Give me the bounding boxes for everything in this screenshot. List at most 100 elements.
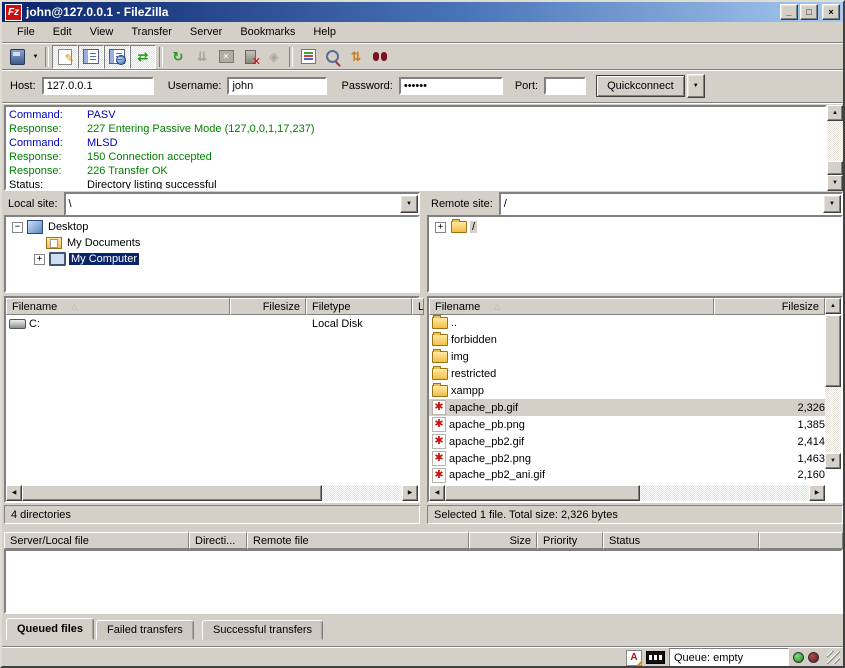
- file-search-button[interactable]: [320, 46, 344, 68]
- file-row-selected[interactable]: apache_pb.gif2,326: [429, 399, 825, 416]
- site-manager-button[interactable]: [5, 46, 29, 68]
- chevron-down-icon[interactable]: ▼: [400, 195, 418, 213]
- file-row[interactable]: apache_pb2_ani.gif2,160: [429, 467, 825, 483]
- port-input[interactable]: [544, 77, 586, 95]
- menu-view[interactable]: View: [81, 24, 123, 40]
- log-scrollbar[interactable]: ▲ ▼: [827, 105, 843, 191]
- toggle-local-tree-button[interactable]: [78, 45, 104, 69]
- password-input[interactable]: [399, 77, 503, 95]
- expand-expander-icon[interactable]: +: [34, 254, 45, 265]
- cancel-operation-button[interactable]: ✕: [214, 46, 238, 68]
- image-file-icon: [432, 451, 446, 466]
- reconnect-button[interactable]: ◈: [262, 46, 286, 68]
- toggle-remote-tree-button[interactable]: [104, 45, 130, 69]
- green-activity-led-icon: [793, 652, 804, 663]
- queue-column-server-local-file[interactable]: Server/Local file: [4, 532, 189, 549]
- scroll-up-button[interactable]: ▲: [825, 298, 841, 314]
- directory-comparison-button[interactable]: ⇅: [344, 46, 368, 68]
- queue-column-direction[interactable]: Directi...: [189, 532, 247, 549]
- scroll-right-button[interactable]: ▶: [402, 485, 418, 501]
- local-column-filesize[interactable]: Filesize: [230, 298, 306, 315]
- file-row[interactable]: restricted: [429, 365, 825, 382]
- quickconnect-button[interactable]: Quickconnect: [596, 75, 685, 97]
- scroll-thumb[interactable]: [827, 161, 843, 175]
- queue-body[interactable]: [4, 549, 843, 614]
- username-input[interactable]: [227, 77, 327, 95]
- scroll-track[interactable]: [825, 387, 841, 453]
- expand-expander-icon[interactable]: +: [435, 222, 446, 233]
- queue-column-size[interactable]: Size: [469, 532, 537, 549]
- toggle-transfer-queue-button[interactable]: ⇄: [130, 45, 156, 69]
- file-row[interactable]: forbidden: [429, 331, 825, 348]
- site-manager-dropdown-button[interactable]: ▼: [29, 46, 42, 68]
- scroll-thumb[interactable]: [825, 315, 841, 387]
- tree-item-my-computer[interactable]: + My Computer: [6, 251, 418, 267]
- queue-column-status[interactable]: Status: [603, 532, 759, 549]
- menu-help[interactable]: Help: [304, 24, 345, 40]
- toolbar-separator: [45, 47, 49, 67]
- tree-item-my-documents[interactable]: My Documents: [6, 235, 418, 251]
- menu-bookmarks[interactable]: Bookmarks: [231, 24, 304, 40]
- refresh-button[interactable]: ↻: [166, 46, 190, 68]
- file-row[interactable]: apache_pb.png1,385: [429, 416, 825, 433]
- menu-transfer[interactable]: Transfer: [122, 24, 181, 40]
- queue-column-priority[interactable]: Priority: [537, 532, 603, 549]
- menu-bar: File Edit View Transfer Server Bookmarks…: [2, 22, 843, 43]
- maximize-button[interactable]: □: [800, 4, 818, 20]
- minimize-button[interactable]: _: [780, 4, 798, 20]
- resize-grip[interactable]: [827, 651, 840, 664]
- chevron-down-icon[interactable]: ▼: [823, 195, 841, 213]
- scroll-track[interactable]: [322, 485, 402, 501]
- collapse-expander-icon[interactable]: −: [12, 222, 23, 233]
- host-input[interactable]: [42, 77, 154, 95]
- scroll-track[interactable]: [640, 485, 809, 501]
- remote-site-combobox[interactable]: / ▼: [499, 192, 843, 216]
- local-column-filetype[interactable]: Filetype: [306, 298, 412, 315]
- tree-item-root[interactable]: + /: [429, 219, 841, 235]
- scroll-down-button[interactable]: ▼: [825, 453, 841, 469]
- tree-item-desktop[interactable]: − Desktop: [6, 219, 418, 235]
- scroll-left-button[interactable]: ◀: [429, 485, 445, 501]
- quickconnect-dropdown-button[interactable]: ▼: [687, 74, 705, 98]
- menu-edit[interactable]: Edit: [44, 24, 81, 40]
- file-row[interactable]: ..: [429, 314, 825, 331]
- process-queue-button[interactable]: ⇊: [190, 46, 214, 68]
- file-row[interactable]: apache_pb2.gif2,414: [429, 433, 825, 450]
- local-horizontal-scrollbar[interactable]: ◀ ▶: [6, 485, 418, 501]
- scroll-thumb[interactable]: [445, 485, 640, 501]
- file-row-local-c-drive[interactable]: C: Local Disk: [6, 315, 418, 332]
- remote-column-filesize[interactable]: Filesize: [714, 298, 825, 315]
- scroll-left-button[interactable]: ◀: [6, 485, 22, 501]
- remote-horizontal-scrollbar[interactable]: ◀ ▶: [429, 485, 825, 501]
- scroll-down-button[interactable]: ▼: [827, 175, 843, 191]
- find-files-button[interactable]: [368, 46, 392, 68]
- menu-file[interactable]: File: [8, 24, 44, 40]
- close-button[interactable]: ×: [822, 4, 840, 20]
- sort-ascending-icon: △: [494, 302, 500, 311]
- file-row[interactable]: apache_pb2.png1,463: [429, 450, 825, 467]
- toggle-message-log-button[interactable]: ✎: [52, 45, 78, 69]
- scroll-thumb[interactable]: [22, 485, 322, 501]
- port-label: Port:: [515, 80, 538, 92]
- local-column-last-modified[interactable]: L: [412, 298, 424, 315]
- disconnect-button[interactable]: ✕: [238, 46, 262, 68]
- remote-column-filename[interactable]: Filename △: [429, 298, 714, 315]
- menu-server[interactable]: Server: [181, 24, 231, 40]
- file-row[interactable]: xampp: [429, 382, 825, 399]
- tab-queued-files[interactable]: Queued files: [6, 618, 94, 640]
- directory-listing-filters-button[interactable]: [296, 46, 320, 68]
- queue-column-remote-file[interactable]: Remote file: [247, 532, 469, 549]
- remote-vertical-scrollbar[interactable]: ▲ ▼: [825, 298, 841, 485]
- status-bar: A Queue: empty: [2, 646, 843, 668]
- filezilla-window: Fz john@127.0.0.1 - FileZilla _ □ × File…: [0, 0, 845, 668]
- message-log[interactable]: Command:PASV Response:227 Entering Passi…: [4, 105, 827, 191]
- scroll-up-button[interactable]: ▲: [827, 105, 843, 121]
- local-column-filename[interactable]: Filename △: [6, 298, 230, 315]
- tab-failed-transfers[interactable]: Failed transfers: [96, 620, 194, 640]
- compare-arrows-icon: ⇅: [351, 49, 362, 65]
- tab-successful-transfers[interactable]: Successful transfers: [202, 620, 323, 640]
- local-site-combobox[interactable]: \ ▼: [64, 192, 420, 216]
- transfer-queue: Server/Local file Directi... Remote file…: [4, 532, 843, 616]
- scroll-right-button[interactable]: ▶: [809, 485, 825, 501]
- file-row[interactable]: img: [429, 348, 825, 365]
